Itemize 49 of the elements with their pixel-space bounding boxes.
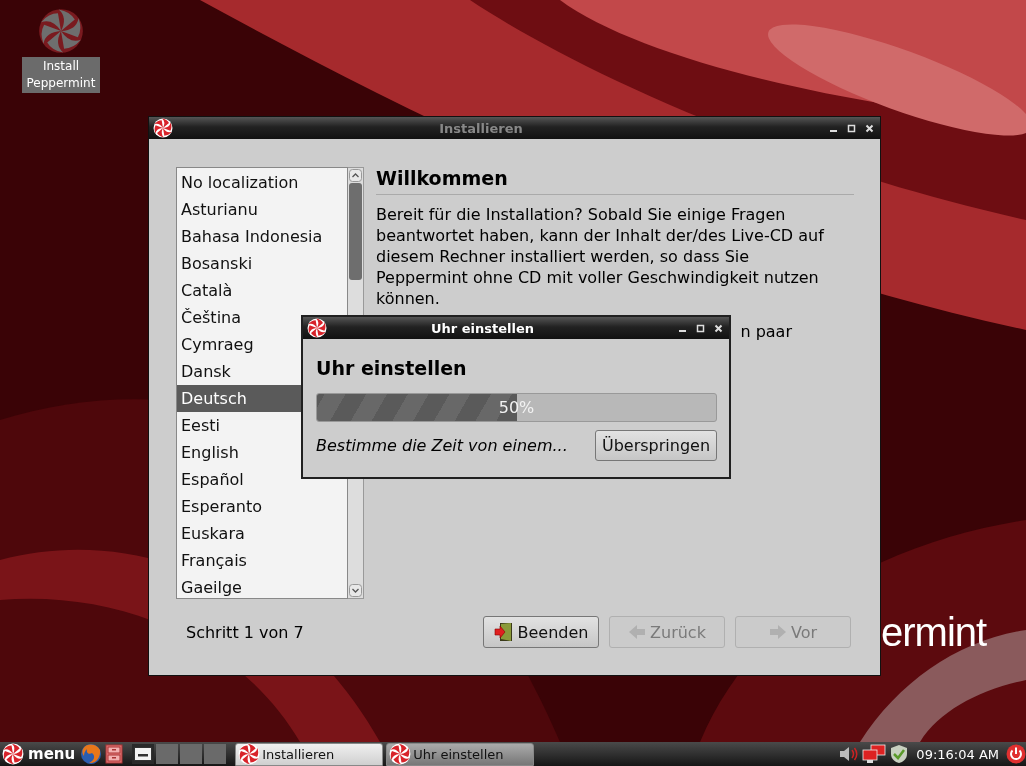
peppermint-icon — [2, 743, 24, 765]
clock[interactable]: 09:16:04 AM — [912, 746, 1003, 762]
workspace-cell[interactable] — [156, 744, 179, 764]
workspace-cell[interactable] — [204, 744, 227, 764]
language-item[interactable]: No localization — [177, 169, 347, 196]
language-item[interactable]: Bosanski — [177, 250, 347, 277]
exit-door-icon — [493, 622, 514, 642]
quit-button[interactable]: Beenden — [483, 616, 599, 648]
logo-text: ermint — [880, 609, 987, 656]
right-arrow-icon — [768, 624, 787, 640]
workspace-cell[interactable] — [132, 744, 155, 764]
window-title: Installieren — [438, 120, 524, 136]
progress-percent: 50% — [498, 398, 535, 417]
peppermint-icon[interactable] — [307, 318, 327, 338]
maximize-icon[interactable] — [696, 323, 705, 333]
left-arrow-icon — [628, 624, 647, 640]
step-label: Schritt 1 von 7 — [185, 622, 305, 642]
language-item[interactable]: Bahasa Indonesia — [177, 223, 347, 250]
language-item[interactable]: Català — [177, 277, 347, 304]
power-icon[interactable] — [1006, 744, 1026, 764]
scroll-up-icon[interactable] — [349, 169, 362, 182]
taskbar-button[interactable]: Installieren — [235, 742, 384, 766]
shield-check-icon[interactable] — [889, 744, 910, 764]
language-item[interactable]: Asturianu — [177, 196, 347, 223]
language-item[interactable]: Euskara — [177, 520, 347, 547]
window-thumbnail-icon — [134, 747, 153, 761]
intro-text: n paar — [740, 321, 792, 342]
menu-button[interactable]: menu — [0, 742, 78, 766]
scrollbar-thumb[interactable] — [349, 183, 362, 280]
language-item[interactable]: Esperanto — [177, 493, 347, 520]
scroll-down-icon[interactable] — [349, 584, 362, 597]
language-item[interactable]: Gaeilge — [177, 574, 347, 598]
desktop-icon-label[interactable]: Install Peppermint — [22, 57, 100, 93]
taskbar-button[interactable]: Uhr einstellen — [386, 742, 535, 766]
dialog-heading: Uhr einstellen — [316, 356, 468, 381]
window-title: Uhr einstellen — [430, 320, 535, 336]
speaker-icon[interactable] — [839, 745, 860, 763]
network-icon[interactable] — [862, 744, 887, 764]
status-text: Bestimme die Zeit von einem... — [316, 436, 568, 455]
file-cabinet-icon[interactable] — [105, 744, 124, 764]
page-heading: Willkommen — [376, 165, 854, 195]
workspace-cell[interactable] — [180, 744, 203, 764]
intro-text: Bereit für die Installation? Sobald Sie einige Fragen beantwortet haben, kann der Inhalt der/des Live-CD auf diesem Rechner installiert werden, so dass Sie Peppermint ohne CD mit voller Geschwindigkeit nutzen können. — [376, 204, 826, 309]
close-icon[interactable] — [714, 323, 723, 333]
peppermint-icon — [389, 743, 412, 765]
peppermint-icon — [238, 743, 261, 765]
language-item[interactable]: Français — [177, 547, 347, 574]
browser-globe-icon[interactable] — [80, 743, 103, 765]
skip-button[interactable]: Überspringen — [595, 430, 717, 461]
